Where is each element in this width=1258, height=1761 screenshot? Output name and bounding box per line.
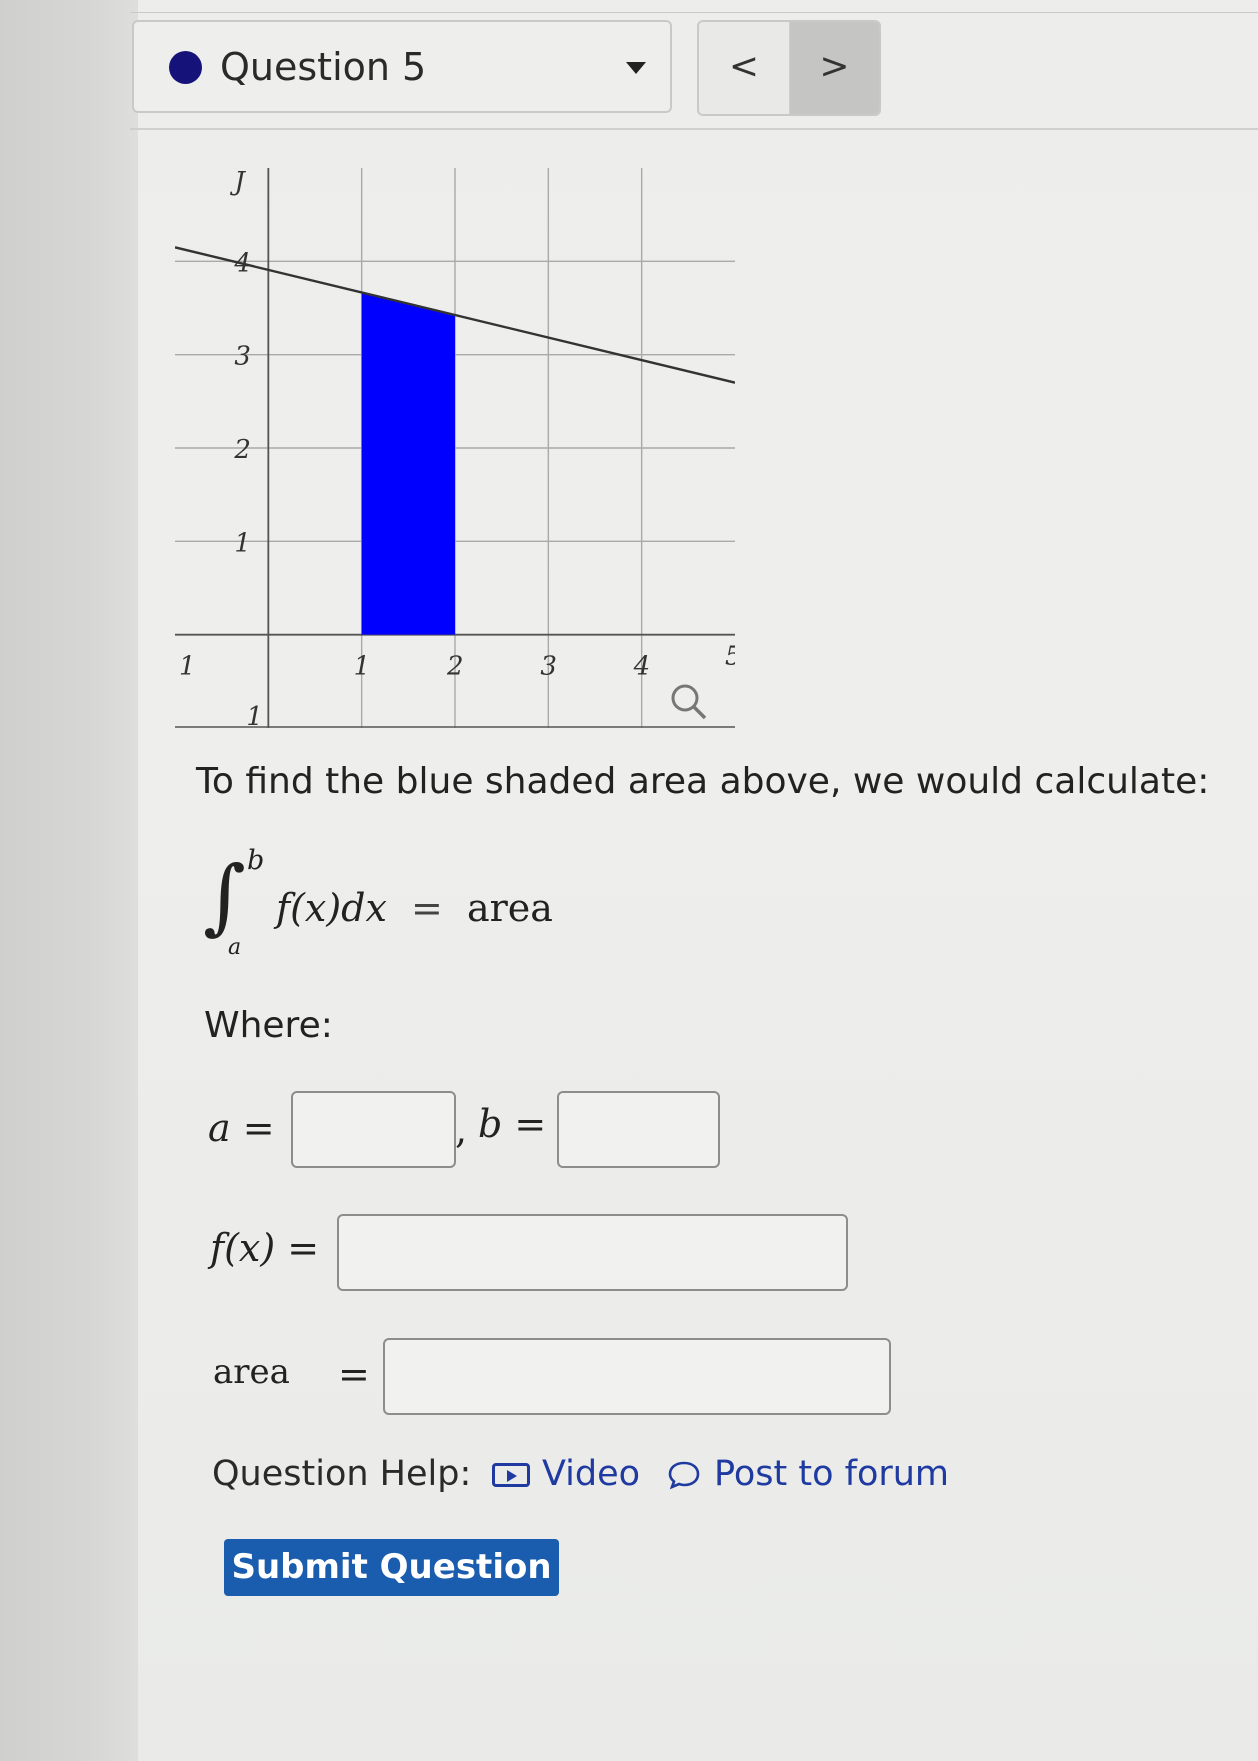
top-divider [130, 12, 1258, 13]
video-link[interactable]: Video [542, 1450, 640, 1498]
integral-sign: ∫ [203, 849, 246, 944]
previous-question-button[interactable]: < [699, 22, 790, 114]
status-dot-icon [169, 51, 202, 84]
question-help-label: Question Help: [212, 1454, 472, 1494]
where-label: Where: [204, 1005, 333, 1046]
area-equals: = [338, 1352, 370, 1396]
integrand: f(x)dx [276, 886, 387, 930]
fx-input[interactable] [337, 1214, 848, 1291]
area-graph: 1 2 3 4 1 2 3 4 J 1 1 5 [175, 168, 735, 728]
a-label: a = [208, 1106, 275, 1150]
shaded-area [361, 292, 455, 635]
question-nav: < > [697, 20, 881, 116]
submit-question-button[interactable]: Submit Question [224, 1539, 559, 1596]
x-tick-label: 1 [354, 652, 371, 682]
integral-lower-limit: a [228, 935, 242, 960]
magnifier-lens [671, 684, 699, 712]
bottom-small-label: 1 [246, 702, 263, 728]
fx-label-text: f(x) = [210, 1226, 320, 1270]
x-tick-label: 3 [540, 652, 557, 682]
video-icon[interactable] [492, 1463, 530, 1487]
chevron-right-icon: > [819, 46, 850, 87]
magnifier-icon[interactable] [671, 684, 707, 720]
area-label: area [213, 1352, 290, 1392]
integral-rhs: area [466, 886, 553, 930]
y-tick-label: 2 [233, 435, 251, 465]
left-margin [0, 0, 138, 1761]
next-question-button[interactable]: > [790, 22, 879, 114]
y-tick-label: 4 [233, 248, 251, 278]
x-axis-left-label: 1 [179, 652, 196, 682]
b-label: b = [478, 1102, 547, 1146]
x-axis-right-label: 5 [725, 642, 735, 672]
x-tick-label: 2 [446, 652, 464, 682]
fx-label: f(x) = [210, 1226, 319, 1270]
integral-body: f(x)dx = area [276, 884, 553, 932]
header-divider [130, 128, 1258, 130]
dropdown-caret-icon [626, 62, 646, 74]
y-tick-label: 1 [234, 528, 251, 558]
chat-bubble-icon[interactable] [667, 1460, 701, 1490]
question-statement: To find the blue shaded area above, we w… [196, 761, 1210, 802]
comma-separator: , [455, 1108, 468, 1152]
area-input[interactable] [383, 1338, 891, 1415]
b-input[interactable] [557, 1091, 720, 1168]
question-selector[interactable]: Question 5 [132, 20, 672, 113]
chevron-left-icon: < [728, 46, 760, 87]
question-title: Question 5 [220, 45, 427, 89]
magnifier-handle [692, 705, 707, 720]
y-axis-top-label: J [229, 168, 246, 197]
post-to-forum-link[interactable]: Post to forum [714, 1450, 949, 1498]
integral-equals: = [411, 886, 443, 930]
integral-upper-limit: b [247, 845, 265, 876]
y-tick-label: 3 [234, 342, 251, 372]
x-tick-label: 4 [633, 652, 651, 682]
a-input[interactable] [291, 1091, 456, 1168]
